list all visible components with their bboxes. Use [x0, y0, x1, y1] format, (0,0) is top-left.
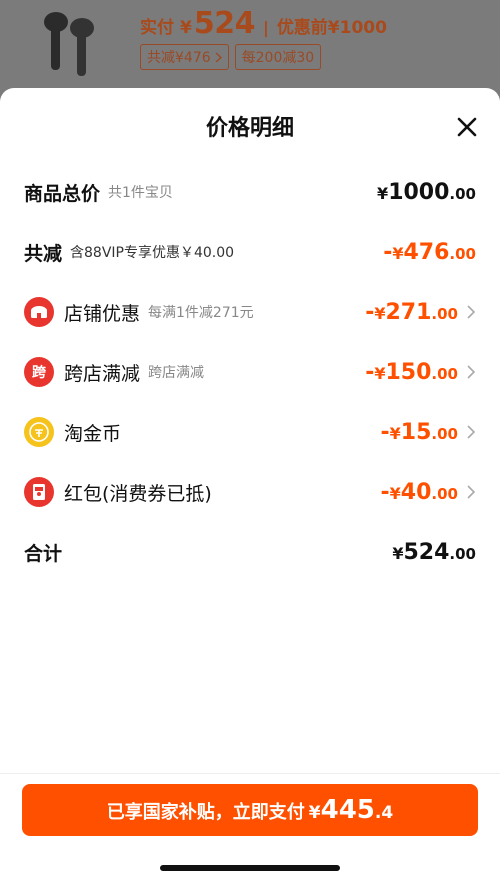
row-label: 红包(消费券已抵): [64, 482, 212, 505]
row-label: 跨店满减: [64, 362, 141, 385]
row-label: 店铺优惠: [64, 302, 141, 325]
price-currency: ¥: [180, 18, 192, 38]
amount-int: 1000: [388, 179, 450, 205]
coin-icon: [24, 417, 54, 447]
amount-sign: -: [380, 419, 390, 445]
row-sum: 合计 ¥524.00: [24, 532, 476, 572]
chevron-right-icon: [215, 51, 222, 63]
earbuds-image: [30, 4, 110, 84]
row-amount: - ¥476.00: [383, 240, 476, 265]
cross-store-icon: 跨: [24, 357, 54, 387]
amount-int: 271: [385, 299, 432, 325]
row-label: 商品总价: [24, 182, 101, 205]
amount-yen: ¥: [392, 243, 404, 263]
row-cross-store[interactable]: 跨 跨店满减 跨店满减 - ¥150.00: [24, 352, 476, 392]
promo-tag[interactable]: 每200减30: [234, 44, 322, 70]
amount-sign: -: [365, 359, 375, 385]
price-before: 优惠前¥1000: [276, 18, 387, 38]
row-amount: - ¥15.00: [381, 420, 458, 445]
amount-int: 150: [385, 359, 432, 385]
amount-int: 476: [403, 239, 450, 265]
chevron-right-icon: [467, 485, 476, 499]
row-label: 淘金币: [64, 422, 122, 445]
row-amount: - ¥271.00: [365, 300, 458, 325]
row-amount: - ¥40.00: [381, 480, 458, 505]
pay-button-dec: .4: [374, 803, 394, 823]
row-sub: 共1件宝贝: [108, 185, 173, 201]
divider: [0, 773, 500, 774]
chevron-right-icon: [467, 365, 476, 379]
chevron-right-icon: [467, 425, 476, 439]
amount-sign: -: [365, 299, 375, 325]
row-amount: - ¥150.00: [365, 360, 458, 385]
row-total-discount: 共减 含88VIP专享优惠￥40.00 - ¥476.00: [24, 232, 476, 272]
price-value: 524: [193, 6, 256, 41]
amount-dec: .00: [449, 184, 476, 203]
amount-int: 524: [403, 539, 450, 565]
amount-yen: ¥: [389, 423, 401, 443]
price-line: 实付 ¥ 524 | 优惠前¥1000: [140, 6, 387, 41]
product-summary: 实付 ¥ 524 | 优惠前¥1000 共减¥476 每200减30: [0, 0, 500, 100]
sheet-title: 价格明细: [205, 116, 294, 141]
row-sub: 每满1件减271元: [148, 305, 254, 321]
row-label: 共减: [24, 242, 63, 265]
pay-button-int: 445: [320, 795, 375, 825]
row-label: 合计: [24, 542, 63, 565]
amount-sign: -: [383, 239, 393, 265]
amount-dec: .00: [449, 544, 476, 563]
chevron-right-icon: [467, 305, 476, 319]
row-amount: ¥1000.00: [377, 180, 476, 205]
amount-dec: .00: [431, 424, 458, 443]
amount-dec: .00: [431, 304, 458, 323]
amount-dec: .00: [431, 364, 458, 383]
pay-button-yen: ¥: [308, 803, 321, 823]
amount-int: 40: [400, 479, 432, 505]
amount-yen: ¥: [374, 363, 386, 383]
close-icon[interactable]: [454, 114, 480, 140]
amount-yen: ¥: [377, 183, 389, 203]
price-separator: |: [262, 18, 269, 37]
promo-tag-label: 每200减30: [241, 50, 315, 66]
row-amount: ¥524.00: [392, 540, 476, 565]
amount-int: 15: [400, 419, 432, 445]
amount-yen: ¥: [392, 543, 404, 563]
pay-button[interactable]: 已享国家补贴，立即支付 ¥ 445 .4: [22, 784, 478, 836]
row-sub: 含88VIP专享优惠￥40.00: [70, 245, 235, 261]
amount-dec: .00: [449, 244, 476, 263]
home-indicator[interactable]: [160, 865, 340, 871]
row-sub: 跨店满减: [148, 365, 205, 381]
shop-icon: [24, 297, 54, 327]
row-taobao-coin[interactable]: 淘金币 - ¥15.00: [24, 412, 476, 452]
amount-yen: ¥: [374, 303, 386, 323]
price-detail-sheet: 价格明细 商品总价 共1件宝贝 ¥1000.00 共减 含88VIP专享优惠￥4…: [0, 88, 500, 880]
pay-button-label: 已享国家补贴，立即支付: [106, 802, 305, 823]
row-goods-total: 商品总价 共1件宝贝 ¥1000.00: [24, 172, 476, 212]
pay-label: 实付: [140, 18, 174, 38]
row-red-packet[interactable]: 红包(消费券已抵) - ¥40.00: [24, 472, 476, 512]
discount-tag-label: 共减¥476: [147, 50, 211, 66]
row-shop-discount[interactable]: 店铺优惠 每满1件减271元 - ¥271.00: [24, 292, 476, 332]
amount-yen: ¥: [389, 483, 401, 503]
amount-sign: -: [380, 479, 390, 505]
amount-dec: .00: [431, 484, 458, 503]
red-packet-icon: [24, 477, 54, 507]
discount-tag[interactable]: 共减¥476: [140, 44, 229, 70]
